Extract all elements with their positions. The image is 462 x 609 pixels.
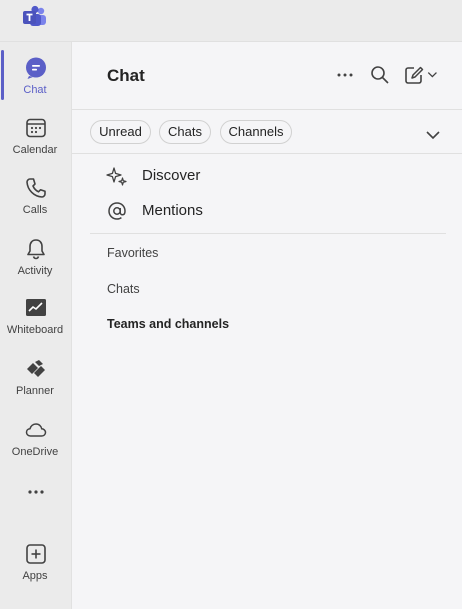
rail-item-calls[interactable]: Calls [0, 166, 72, 226]
rail-item-calendar[interactable]: Calendar [0, 106, 72, 166]
rail-item-apps[interactable]: Apps [0, 532, 72, 592]
bell-icon [27, 239, 45, 260]
filter-divider [72, 153, 462, 154]
rail-item-label: Activity [17, 265, 53, 277]
rail-item-label: Apps [22, 570, 48, 582]
new-chat-icon[interactable] [403, 64, 425, 86]
sparkle-icon [106, 167, 127, 186]
nav-mentions[interactable]: Mentions [106, 196, 406, 226]
rail-item-label: Calendar [12, 144, 58, 156]
teams-logo-icon [23, 5, 46, 26]
nav-label: Mentions [142, 202, 203, 219]
nav-discover[interactable]: Discover [106, 161, 406, 191]
rail-item-planner[interactable]: Planner [0, 347, 72, 407]
nav-label: Discover [142, 167, 201, 184]
header-divider [72, 109, 462, 110]
rail-item-whiteboard[interactable]: Whiteboard [0, 286, 72, 346]
rail-item-label: Whiteboard [6, 324, 64, 336]
filter-unread[interactable]: Unread [90, 120, 151, 144]
rail-item-chat[interactable]: Chat [0, 46, 72, 106]
filter-chats[interactable]: Chats [159, 120, 211, 144]
rail-item-activity[interactable]: Activity [0, 227, 72, 287]
rail-item-label: Calls [22, 204, 48, 216]
section-divider [90, 233, 446, 234]
rail-item-label: Chat [23, 84, 47, 96]
chat-icon [26, 57, 46, 79]
add-apps-icon [26, 544, 46, 564]
rail-item-label: OneDrive [11, 446, 59, 458]
calendar-icon [26, 118, 46, 138]
rail-item-onedrive[interactable]: OneDrive [0, 408, 72, 468]
app-rail: Chat Calendar Calls Activity Whiteboard [0, 42, 72, 609]
section-teams-and-channels[interactable]: Teams and channels [107, 317, 229, 331]
more-options-button[interactable] [334, 64, 356, 86]
chat-panel: Chat Unread Chats Channels Discover Ment… [72, 42, 462, 609]
filter-channels[interactable]: Channels [220, 120, 292, 144]
more-apps-button[interactable] [0, 470, 72, 530]
section-favorites[interactable]: Favorites [107, 246, 158, 260]
page-title: Chat [107, 66, 145, 85]
chevron-down-icon[interactable] [425, 64, 443, 86]
title-bar [0, 0, 462, 42]
at-sign-icon [108, 202, 126, 220]
rail-item-label: Planner [16, 385, 54, 397]
search-icon[interactable] [369, 64, 391, 86]
filter-expand-chevron-icon[interactable] [424, 126, 442, 144]
section-chats[interactable]: Chats [107, 282, 140, 296]
more-icon [28, 490, 44, 494]
planner-icon [27, 360, 45, 377]
phone-icon [26, 178, 46, 198]
whiteboard-icon [26, 299, 46, 316]
cloud-icon [25, 423, 47, 437]
